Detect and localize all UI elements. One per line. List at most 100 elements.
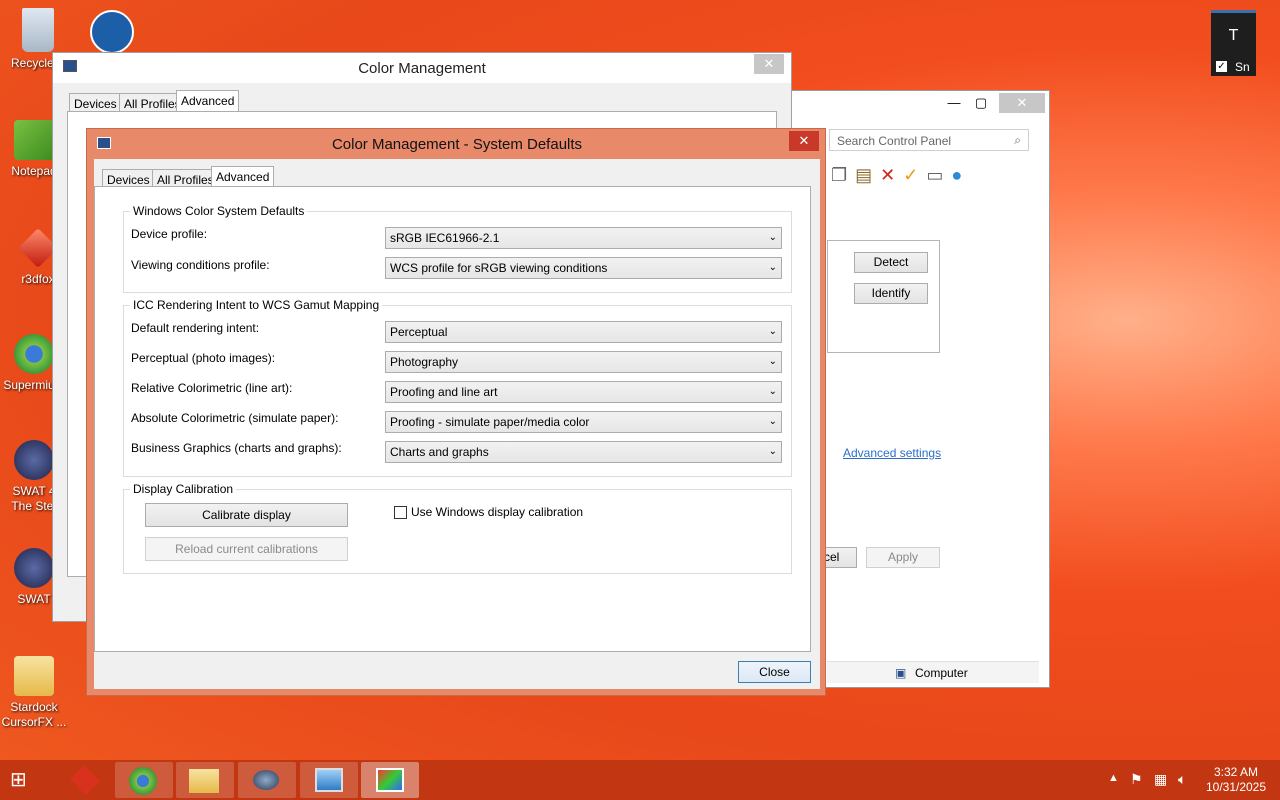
chevron-down-icon: ⌄ xyxy=(768,326,777,337)
group-label: Windows Color System Defaults xyxy=(130,204,308,218)
group-label: Display Calibration xyxy=(130,482,237,496)
show-hidden-icons-button[interactable]: ▲ xyxy=(1108,772,1119,784)
absolute-colorimetric-select[interactable]: Proofing - simulate paper/media color ⌄ xyxy=(385,411,782,433)
system-defaults-window: Color Management - System Defaults ✕ Dev… xyxy=(86,128,826,696)
close-button[interactable]: ✕ xyxy=(789,131,819,151)
status-bar: ▣ Computer xyxy=(827,661,1039,683)
device-profile-select[interactable]: sRGB IEC61966-2.1 ⌄ xyxy=(385,227,782,249)
intent-label: Absolute Colorimetric (simulate paper): xyxy=(131,411,339,425)
search-input[interactable]: Search Control Panel ⌕ xyxy=(829,129,1029,151)
check-icon[interactable]: ✓ xyxy=(903,165,926,185)
window-title: Color Management xyxy=(358,60,486,77)
widget-checkbox[interactable]: ✓ xyxy=(1216,61,1227,72)
start-button[interactable]: ⊞ xyxy=(10,769,36,791)
chevron-down-icon: ⌄ xyxy=(768,232,777,243)
taskbar-color-management[interactable] xyxy=(361,762,419,798)
relative-colorimetric-select[interactable]: Proofing and line art ⌄ xyxy=(385,381,782,403)
select-value: Charts and graphs xyxy=(390,445,489,459)
viewing-conditions-select[interactable]: WCS profile for sRGB viewing conditions ⌄ xyxy=(385,257,782,279)
r3dfox-icon xyxy=(70,765,100,795)
maximize-button[interactable]: ▢ xyxy=(963,93,999,113)
desktop-widget[interactable]: T ✓ Sn xyxy=(1211,10,1256,76)
color-management-titlebar: Color Management ✕ xyxy=(53,53,791,83)
action-center-flag-icon[interactable]: ⚑ xyxy=(1130,771,1143,788)
select-value: Perceptual xyxy=(390,325,448,339)
clock[interactable]: 3:32 AM 10/31/2025 xyxy=(1200,765,1272,795)
taskbar-supermium[interactable] xyxy=(115,762,173,798)
control-panel-titlebar: — ▢ ✕ xyxy=(791,91,1049,117)
intent-label: Relative Colorimetric (line art): xyxy=(131,381,293,395)
select-value: Proofing - simulate paper/media color xyxy=(390,415,590,429)
clock-date: 10/31/2025 xyxy=(1205,780,1267,794)
monitor-icon[interactable]: ▭ xyxy=(926,165,951,185)
globe-icon[interactable]: ● xyxy=(951,165,970,185)
intent-label: Business Graphics (charts and graphs): xyxy=(131,441,342,455)
folder-icon xyxy=(14,656,54,696)
close-dialog-button[interactable]: Close xyxy=(738,661,811,683)
close-button[interactable]: ✕ xyxy=(999,93,1045,113)
dialog-title: Color Management - System Defaults xyxy=(331,136,583,153)
reload-calibrations-button: Reload current calibrations xyxy=(145,537,348,561)
chevron-down-icon: ⌄ xyxy=(768,386,777,397)
taskbar-app[interactable] xyxy=(238,762,296,798)
search-placeholder: Search Control Panel xyxy=(837,134,952,148)
wcs-defaults-group: Windows Color System Defaults xyxy=(123,204,792,293)
select-value: Photography xyxy=(390,355,459,369)
notepad-icon xyxy=(14,120,54,160)
volume-icon[interactable]: 🔈︎ xyxy=(1178,771,1186,788)
viewing-conditions-label: Viewing conditions profile: xyxy=(131,258,270,272)
taskbar-explorer[interactable] xyxy=(176,762,234,798)
chevron-down-icon: ⌄ xyxy=(768,356,777,367)
toolbar: ❐▤✕✓▭● xyxy=(831,165,970,186)
computer-icon: ▣ xyxy=(895,666,907,680)
widget-letter: T xyxy=(1228,27,1239,44)
business-graphics-select[interactable]: Charts and graphs ⌄ xyxy=(385,441,782,463)
app-icon xyxy=(253,770,279,790)
advanced-settings-link[interactable]: Advanced settings xyxy=(843,446,941,460)
swat-icon xyxy=(14,548,54,588)
dialog-body: Devices All Profiles Advanced Windows Co… xyxy=(94,159,820,689)
folder-icon xyxy=(189,769,219,793)
taskbar-control-panel[interactable] xyxy=(300,762,358,798)
display-calibration-group: Display Calibration xyxy=(123,482,792,574)
close-button[interactable]: ✕ xyxy=(754,54,784,74)
delete-icon[interactable]: ✕ xyxy=(880,165,903,185)
widget-checkbox-label: Sn xyxy=(1235,60,1250,74)
chevron-down-icon: ⌄ xyxy=(768,446,777,457)
cursor-shortcut-icon[interactable] xyxy=(90,10,134,54)
taskbar-r3dfox[interactable] xyxy=(56,762,114,798)
intent-label: Perceptual (photo images): xyxy=(131,351,276,365)
apply-button: Apply xyxy=(866,547,940,568)
status-computer-label: Computer xyxy=(915,666,968,680)
taskbar: ⊞ ▲ ⚑ ▦ 🔈︎ 3:32 AM 10/31/2025 xyxy=(0,760,1280,800)
detect-button[interactable]: Detect xyxy=(854,252,928,273)
copy-icon[interactable]: ❐ xyxy=(831,165,855,185)
intent-label: Default rendering intent: xyxy=(131,321,260,335)
desktop-icon-label: Stardock CursorFX ... xyxy=(1,700,67,729)
desktop-icon-stardock[interactable]: Stardock CursorFX ... xyxy=(0,656,74,730)
advanced-panel: Windows Color System Defaults Device pro… xyxy=(94,186,811,652)
use-windows-calibration-checkbox[interactable] xyxy=(394,506,407,519)
control-panel-window: — ▢ ✕ Search Control Panel ⌕ ❐▤✕✓▭● Dete… xyxy=(790,90,1050,688)
paste-icon[interactable]: ▤ xyxy=(855,165,880,185)
clock-time: 3:32 AM xyxy=(1213,765,1259,779)
use-windows-calibration-label: Use Windows display calibration xyxy=(411,505,584,519)
group-label: ICC Rendering Intent to WCS Gamut Mappin… xyxy=(130,298,383,312)
network-icon[interactable]: ▦ xyxy=(1154,771,1167,788)
device-profile-label: Device profile: xyxy=(131,227,208,241)
calibrate-display-button[interactable]: Calibrate display xyxy=(145,503,348,527)
recycle-bin-icon xyxy=(22,8,54,52)
supermium-icon xyxy=(14,334,54,374)
default-intent-select[interactable]: Perceptual ⌄ xyxy=(385,321,782,343)
search-icon: ⌕ xyxy=(1014,133,1021,147)
chevron-down-icon: ⌄ xyxy=(768,416,777,427)
supermium-icon xyxy=(129,767,157,795)
select-value: sRGB IEC61966-2.1 xyxy=(390,231,500,245)
tab-devices[interactable]: Devices xyxy=(69,93,122,113)
identify-button[interactable]: Identify xyxy=(854,283,928,304)
perceptual-select[interactable]: Photography ⌄ xyxy=(385,351,782,373)
control-panel-icon xyxy=(315,768,343,792)
chevron-down-icon: ⌄ xyxy=(768,262,777,273)
color-management-icon xyxy=(376,768,404,792)
select-value: WCS profile for sRGB viewing conditions xyxy=(390,261,608,275)
